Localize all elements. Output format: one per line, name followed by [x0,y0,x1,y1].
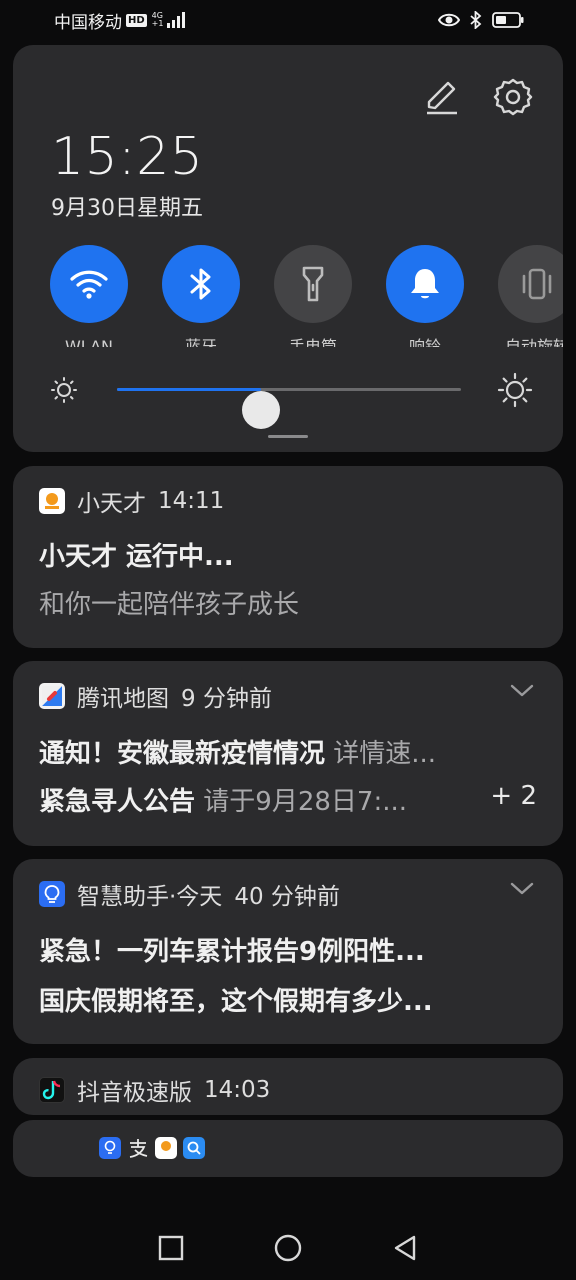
notification-title: 紧急寻人公告 [39,787,196,817]
toggle-label: 响铃 [408,337,441,347]
toggle-wlan[interactable] [50,245,128,323]
douyin-app-icon [39,1077,65,1103]
hd-badge: HD [126,13,147,27]
notification-tencent-maps[interactable]: 腾讯地图 9 分钟前 通知！安徽最新疫情情况 详情速... 紧急寻人公告 请于9… [13,661,563,846]
alipay-icon [129,1139,148,1158]
navigation-bar [0,1215,576,1280]
status-bar: 中国移动 HD 4G +1 [0,0,576,40]
notification-time: 14:03 [204,1077,271,1103]
network-type: 4G +1 [151,11,164,28]
quick-settings-panel: 15:25 9月30日星期五 WLAN 蓝牙 手电筒 响铃 自动旋转 [13,45,563,452]
toggle-label: WLAN [64,337,113,347]
toggle-auto-rotate[interactable] [498,245,563,323]
eye-icon [438,13,460,27]
signal-icon [167,12,186,28]
smart-assistant-app-icon [39,881,65,907]
brightness-low-icon [51,377,77,403]
bell-icon [411,269,439,299]
notification-snippet: 详情速... [333,739,437,769]
toggle-label: 手电筒 [288,337,337,347]
wifi-icon [70,270,108,299]
notification-time: 9 分钟前 [181,686,272,712]
notification-app-name: 抖音极速版 [77,1080,192,1106]
home-button[interactable] [274,1234,302,1262]
notification-app-name: 小天才 [77,491,146,517]
brightness-slider[interactable] [49,367,533,429]
brightness-thumb[interactable] [242,391,281,429]
notification-title: 国庆假期将至，这个假期有多少... [39,987,433,1017]
notification-title: 紧急！一列车累计报告9例阳性... [39,937,425,967]
flashlight-icon [302,266,324,302]
brightness-high-icon [497,372,533,408]
more-count-badge: + 2 [490,781,537,811]
toggle-flashlight[interactable] [274,245,352,323]
notification-app-name: 腾讯地图 [77,686,169,712]
notification-douyin-lite[interactable]: 抖音极速版 14:03 [13,1058,563,1115]
toggle-ring[interactable] [386,245,464,323]
panel-drag-handle[interactable] [268,435,308,438]
notification-xiaotiancai[interactable]: 小天才 14:11 小天才 运行中... 和你一起陪伴孩子成长 [13,466,563,648]
battery-icon [492,12,524,28]
notification-body: 和你一起陪伴孩子成长 [39,590,300,620]
notification-time: 14:11 [158,488,225,514]
assistant-icon [99,1137,121,1159]
recents-button[interactable] [158,1235,184,1261]
notification-smart-assistant[interactable]: 智慧助手·今天 40 分钟前 紧急！一列车累计报告9例阳性... 国庆假期将至，… [13,859,563,1044]
quick-toggles [50,245,563,323]
clock-time: 15:25 [51,127,204,187]
collapsed-notifications[interactable] [13,1120,563,1177]
edit-icon[interactable] [423,77,461,115]
bluetooth-icon [190,268,211,300]
back-button[interactable] [392,1234,418,1262]
bluetooth-status-icon [470,11,482,29]
chevron-down-icon[interactable] [509,683,535,699]
notification-app-name: 智慧助手·今天 [77,884,223,910]
toggle-label: 蓝牙 [184,337,217,347]
chevron-down-icon[interactable] [509,881,535,897]
vibrate-icon [522,268,552,300]
clock-date: 9月30日星期五 [51,196,203,221]
toggle-label: 自动旋转 [504,337,563,347]
toggle-labels: WLAN 蓝牙 手电筒 响铃 自动旋转 [50,337,563,347]
toggle-bluetooth[interactable] [162,245,240,323]
settings-gear-icon[interactable] [493,77,533,117]
search-icon [183,1137,205,1159]
notification-title: 小天才 运行中... [39,542,234,572]
notification-title: 通知！安徽最新疫情情况 [39,739,326,769]
xiaotiancai-app-icon [39,488,65,514]
carrier-label: 中国移动 [54,12,122,33]
brightness-fill [117,388,262,391]
notification-snippet: 请于9月28日7:... [203,787,408,817]
xiaotiancai-icon [155,1137,177,1159]
brightness-track[interactable] [117,388,461,429]
tencent-maps-app-icon [39,683,65,709]
notification-time: 40 分钟前 [234,884,340,910]
